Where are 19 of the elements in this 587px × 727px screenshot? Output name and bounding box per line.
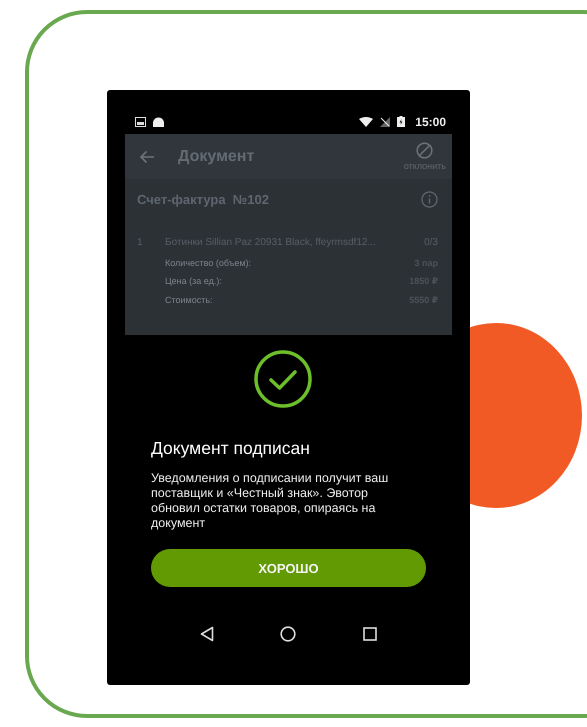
prohibited-icon [416,142,434,159]
back-triangle-icon[interactable] [200,626,214,642]
ok-button[interactable]: ХОРОШО [151,549,426,587]
dialog-message: Уведомления о подписании получит ваш поставщик и «Честный знак». Эвотор обновил остатки товаров, опираясь на документ [151,471,390,531]
status-time: 15:00 [415,115,446,129]
wifi-icon [359,117,374,127]
back-arrow-icon[interactable] [139,150,155,164]
recents-square-icon[interactable] [362,627,377,641]
image-icon [135,117,146,127]
invoice-title: Счет-фактура №102 [137,192,269,206]
dialog-title: Документ подписан [151,438,311,459]
detail-label: Цена (за ед.): [165,276,222,287]
detail-label: Стоимость: [165,295,213,306]
detail-label: Количество (объем): [165,258,252,268]
screen-title: Документ [178,148,256,166]
check-circle-icon [254,350,312,408]
no-signal-icon [380,117,390,127]
battery-icon [397,116,406,127]
home-circle-icon[interactable] [280,626,296,642]
